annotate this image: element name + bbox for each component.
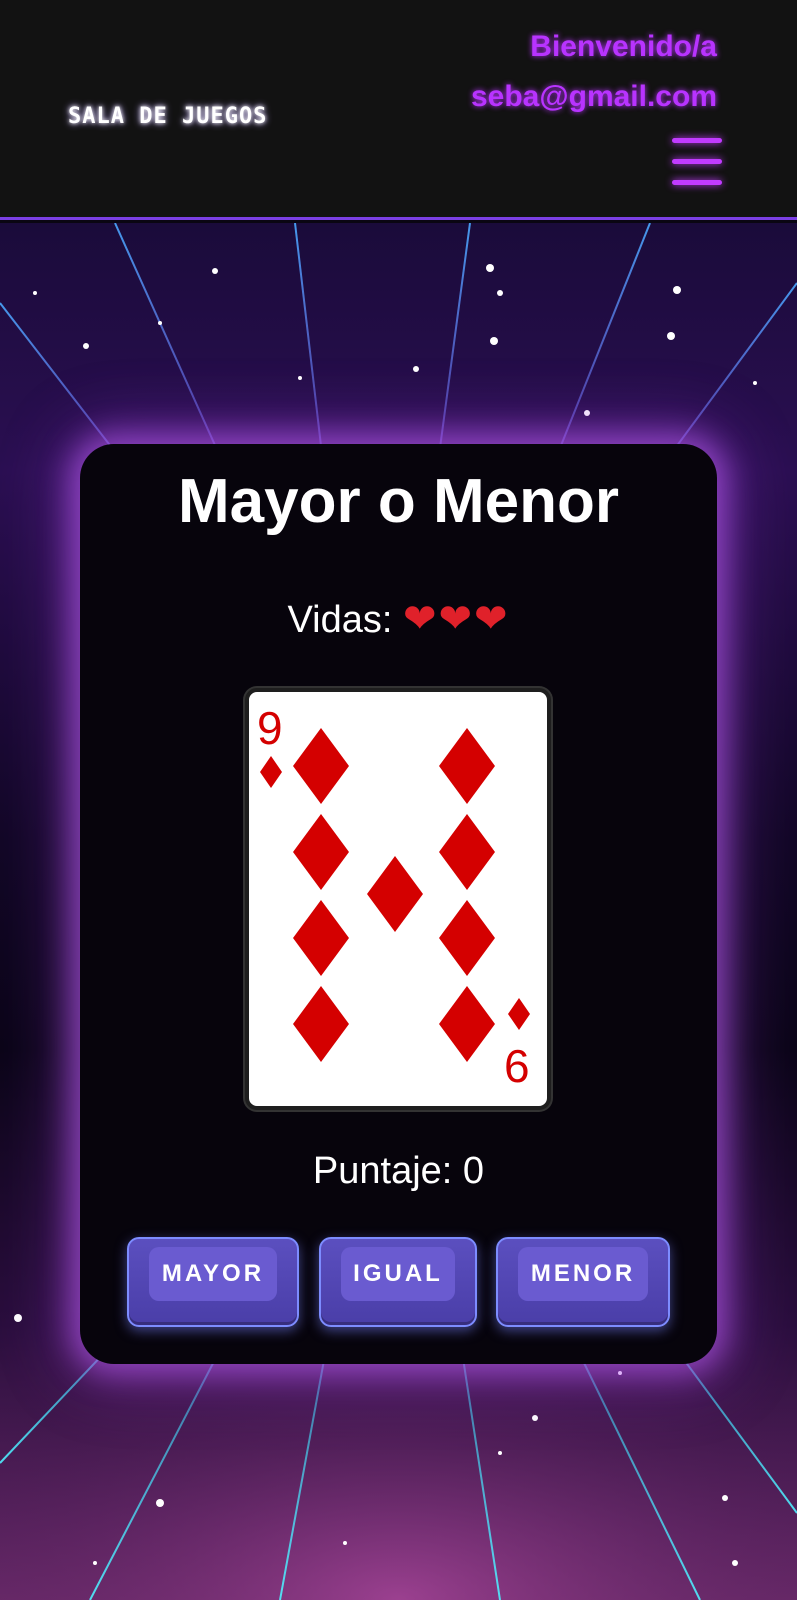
game-title: Mayor o Menor	[178, 467, 619, 536]
menu-bar	[672, 138, 722, 143]
menor-button[interactable]: MENOR	[496, 1237, 670, 1327]
card-rank-bottom: 6	[504, 1040, 530, 1092]
card-rank-top: 9	[257, 702, 283, 754]
mayor-button[interactable]: MAYOR	[127, 1237, 299, 1327]
brand-logo[interactable]: SALA DE JUEGOS	[68, 104, 267, 129]
welcome-text: Bienvenido/a	[530, 30, 717, 63]
playing-card: 9 6	[245, 688, 551, 1110]
lives-row: Vidas: ❤❤❤	[0, 596, 797, 642]
lives-label: Vidas:	[287, 599, 393, 641]
navbar: SALA DE JUEGOS Bienvenido/a seba@gmail.c…	[0, 0, 797, 220]
mayor-button-label: MAYOR	[149, 1247, 277, 1301]
score-text: Puntaje: 0	[312, 1150, 485, 1192]
heart-icons: ❤❤❤	[402, 597, 510, 641]
igual-button-label: IGUAL	[341, 1247, 455, 1301]
menu-bar	[672, 180, 722, 185]
menor-button-label: MENOR	[518, 1247, 648, 1301]
igual-button[interactable]: IGUAL	[319, 1237, 477, 1327]
nine-of-diamonds-card: 9 6	[257, 702, 530, 1092]
menu-bar	[672, 159, 722, 164]
welcome-block: Bienvenido/a seba@gmail.com	[471, 22, 717, 122]
user-email: seba@gmail.com	[470, 80, 717, 113]
hamburger-menu-icon[interactable]	[672, 138, 722, 192]
